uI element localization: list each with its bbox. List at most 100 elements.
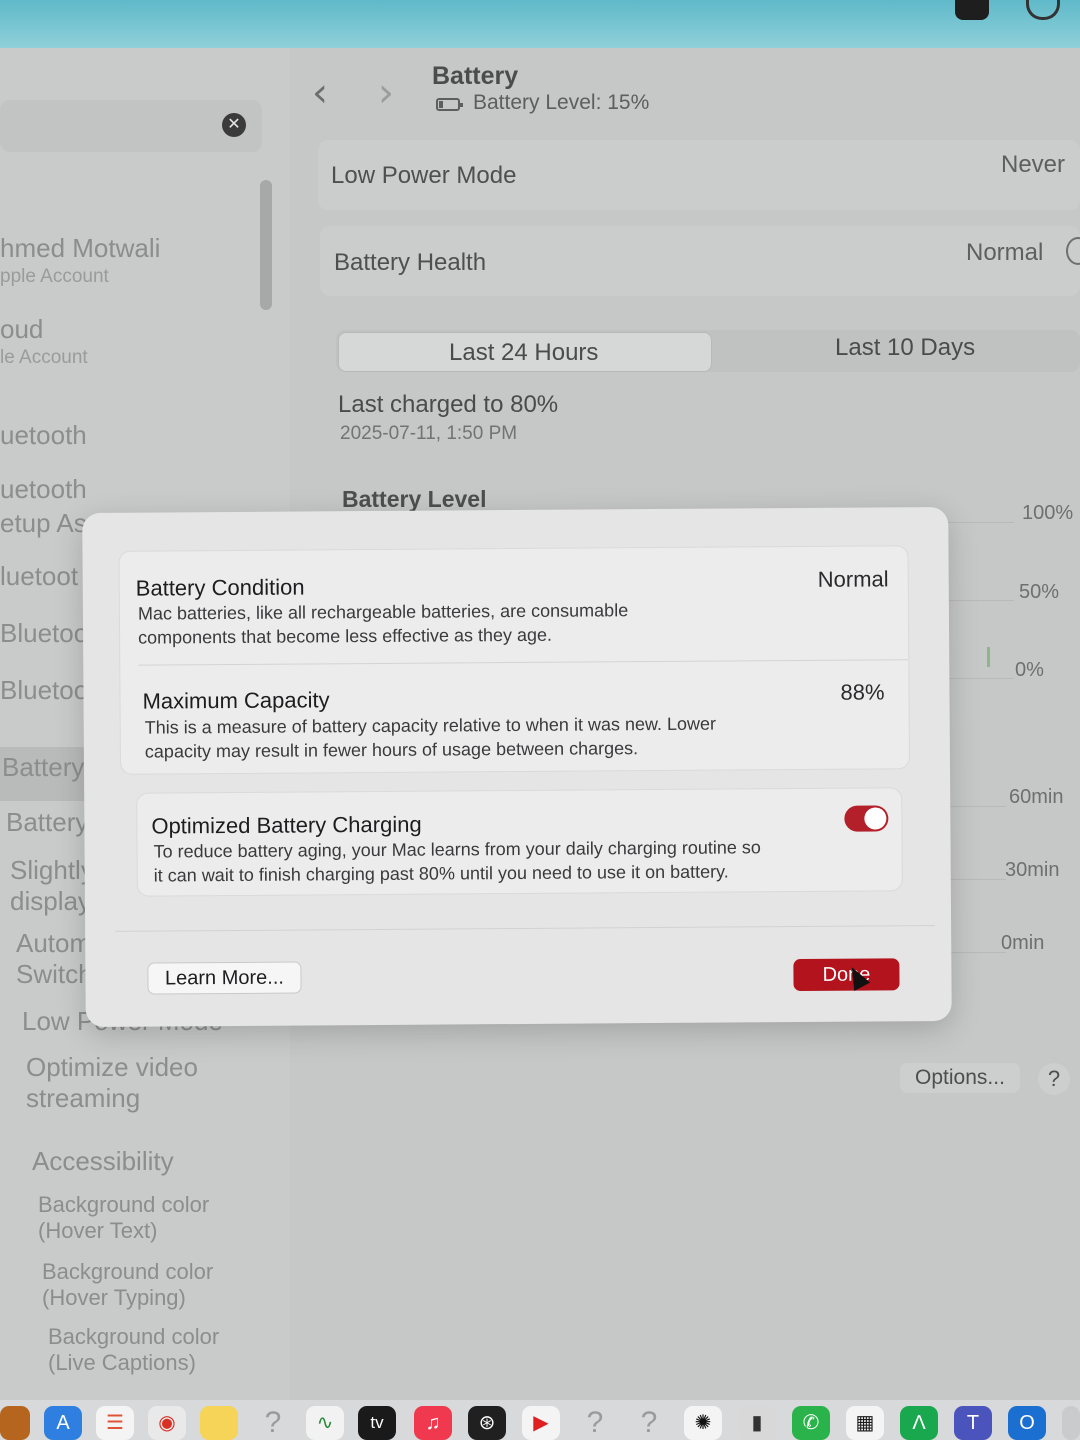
maximum-capacity-title: Maximum Capacity	[142, 687, 330, 714]
dock-app-icon[interactable]	[1062, 1406, 1080, 1440]
sidebar-item-sublabel: (Live Captions)	[48, 1350, 196, 1375]
sidebar-item-label: uetooth	[0, 420, 87, 450]
maximum-capacity-description: This is a measure of battery capacity re…	[144, 713, 717, 762]
maximum-capacity-value: 88%	[840, 679, 885, 705]
battery-health-dialog: Battery Condition Normal Mac batteries, …	[82, 506, 952, 1028]
level-axis-label: 0%	[1015, 659, 1044, 681]
xcode-icon[interactable]: Λ	[900, 1406, 938, 1440]
sidebar-item-sublabel: pple Account	[0, 266, 109, 287]
battery-level-bar	[987, 647, 990, 667]
unknown-app-icon[interactable]: ?	[576, 1406, 614, 1440]
back-arrow-icon[interactable]: ‹	[312, 70, 328, 116]
sidebar-item-accessibility[interactable]: Accessibility	[32, 1146, 174, 1177]
music-icon[interactable]: ♫	[414, 1406, 452, 1440]
sidebar-item-sublabel: streaming	[26, 1083, 141, 1113]
sidebar-item-bluetooth-4[interactable]: Bluetoot	[0, 618, 95, 649]
sidebar-item-optimize-video[interactable]: Optimize video streaming	[26, 1052, 198, 1114]
low-power-mode-value[interactable]: Never	[1001, 151, 1065, 179]
sidebar-scrollbar[interactable]	[260, 180, 272, 310]
battery-condition-description: Mac batteries, like all rechargeable bat…	[137, 600, 629, 648]
sidebar-item-bluetooth-2[interactable]: uetooth	[0, 474, 87, 505]
sidebar-item-bg-hover-typing[interactable]: Background color (Hover Typing)	[42, 1259, 213, 1311]
activity-monitor-icon[interactable]: ∿	[306, 1406, 344, 1440]
low-power-mode-label: Low Power Mode	[331, 162, 517, 189]
page-title: Battery	[432, 62, 519, 90]
sidebar-item-label: Background color	[42, 1259, 214, 1284]
status-app-icon[interactable]	[955, 0, 989, 20]
battery-level-label: Battery Level: 15%	[473, 91, 650, 114]
menu-bar	[0, 0, 1080, 48]
battery-info-group: Battery Condition Normal Mac batteries, …	[118, 545, 911, 775]
tab-last-10-days[interactable]: Last 10 Days	[835, 334, 975, 362]
sidebar-item-bluetooth[interactable]: uetooth	[0, 420, 87, 451]
sidebar-item-label: Battery	[2, 752, 85, 782]
sidebar-item-account[interactable]: hmed Motwali pple Account	[0, 233, 160, 288]
usage-axis-label: 60min	[1009, 786, 1064, 808]
sidebar-item-bg-live-captions[interactable]: Background color (Live Captions)	[48, 1324, 219, 1376]
optimized-charging-description: To reduce battery aging, your Mac learns…	[153, 837, 761, 886]
battery-health-label: Battery Health	[334, 249, 487, 276]
phone-icon[interactable]: ▮	[738, 1406, 776, 1440]
optimized-charging-group: Optimized Battery Charging To reduce bat…	[136, 787, 903, 897]
optimized-charging-title: Optimized Battery Charging	[151, 811, 422, 839]
sidebar-item-label: luetoot	[0, 561, 79, 591]
notes-icon[interactable]	[200, 1406, 238, 1440]
outlook-icon[interactable]: O	[1008, 1406, 1046, 1440]
sidebar-item-bg-hover-text[interactable]: Background color (Hover Text)	[38, 1192, 209, 1244]
teams-icon[interactable]: T	[954, 1406, 992, 1440]
battery-condition-value: Normal	[817, 566, 889, 592]
unknown-app-icon[interactable]: ?	[254, 1406, 292, 1440]
app-store-icon[interactable]: A	[44, 1406, 82, 1440]
reminders-icon[interactable]: ☰	[96, 1406, 134, 1440]
sidebar-item-label: oud	[0, 314, 44, 344]
sidebar-item-label: Accessibility	[32, 1146, 174, 1176]
youtube-icon[interactable]: ▶	[522, 1406, 560, 1440]
options-button[interactable]: Options...	[900, 1063, 1020, 1093]
sidebar-item-sublabel: (Hover Text)	[38, 1218, 158, 1243]
level-axis-label: 50%	[1019, 581, 1060, 603]
clear-search-icon[interactable]: ✕	[222, 113, 246, 137]
sidebar-item-label: Bluetoot	[0, 675, 96, 705]
sidebar-item-label: Background color	[38, 1192, 210, 1217]
footer-divider	[115, 925, 936, 932]
unknown-app-icon[interactable]: ?	[630, 1406, 668, 1440]
whatsapp-icon[interactable]: ✆	[792, 1406, 830, 1440]
battery-level-heading: Battery Level	[342, 486, 487, 512]
battery-health-value: Normal	[966, 239, 1044, 266]
sidebar-item-sublabel: le Account	[0, 347, 88, 368]
sidebar-item-icloud[interactable]: oud le Account	[0, 314, 88, 369]
sidebar-item-label: Optimize video	[26, 1052, 198, 1082]
last-charged-label: Last charged to 80%	[338, 391, 559, 418]
battery-icon	[436, 98, 463, 111]
divider	[138, 659, 909, 666]
sidebar-item-battery[interactable]: Battery	[2, 752, 84, 783]
tab-last-24-hours-label: Last 24 Hours	[449, 339, 599, 366]
sidebar-item-setup[interactable]: etup As	[0, 508, 87, 539]
sidebar-item-bluetooth-3[interactable]: luetoot	[0, 561, 78, 592]
last-charged-date: 2025-07-11, 1:50 PM	[340, 423, 518, 444]
forward-arrow-icon[interactable]: ›	[378, 70, 394, 116]
usage-axis-label: 30min	[1005, 859, 1060, 881]
chatgpt-icon[interactable]: ⊛	[468, 1406, 506, 1440]
status-bar-icon[interactable]	[1026, 0, 1060, 20]
optimized-charging-toggle[interactable]	[844, 805, 889, 832]
level-axis-label: 100%	[1022, 502, 1074, 524]
help-button[interactable]: ?	[1038, 1063, 1070, 1095]
finder-icon[interactable]	[0, 1406, 30, 1440]
chrome-icon[interactable]: ◉	[148, 1406, 186, 1440]
sidebar-item-bluetooth-5[interactable]: Bluetoot	[0, 675, 95, 706]
tv-icon[interactable]: tv	[358, 1406, 396, 1440]
sidebar-item-label: hmed Motwali	[0, 233, 161, 263]
sidebar-item-label: Bluetoot	[0, 618, 96, 648]
openai-icon[interactable]: ✺	[684, 1406, 722, 1440]
battery-condition-title: Battery Condition	[135, 574, 305, 601]
usage-axis-label: 0min	[1001, 932, 1045, 954]
sidebar-item-sublabel: (Hover Typing)	[42, 1285, 186, 1310]
sidebar-item-label: uetooth	[0, 474, 87, 504]
toggle-knob	[864, 807, 887, 830]
tv-label: tv	[370, 1413, 384, 1432]
sidebar-item-label: etup As	[0, 508, 87, 538]
learn-more-button[interactable]: Learn More...	[147, 961, 302, 995]
numbers-icon[interactable]: ▦	[846, 1406, 884, 1440]
sidebar-item-label: Background color	[48, 1324, 220, 1349]
